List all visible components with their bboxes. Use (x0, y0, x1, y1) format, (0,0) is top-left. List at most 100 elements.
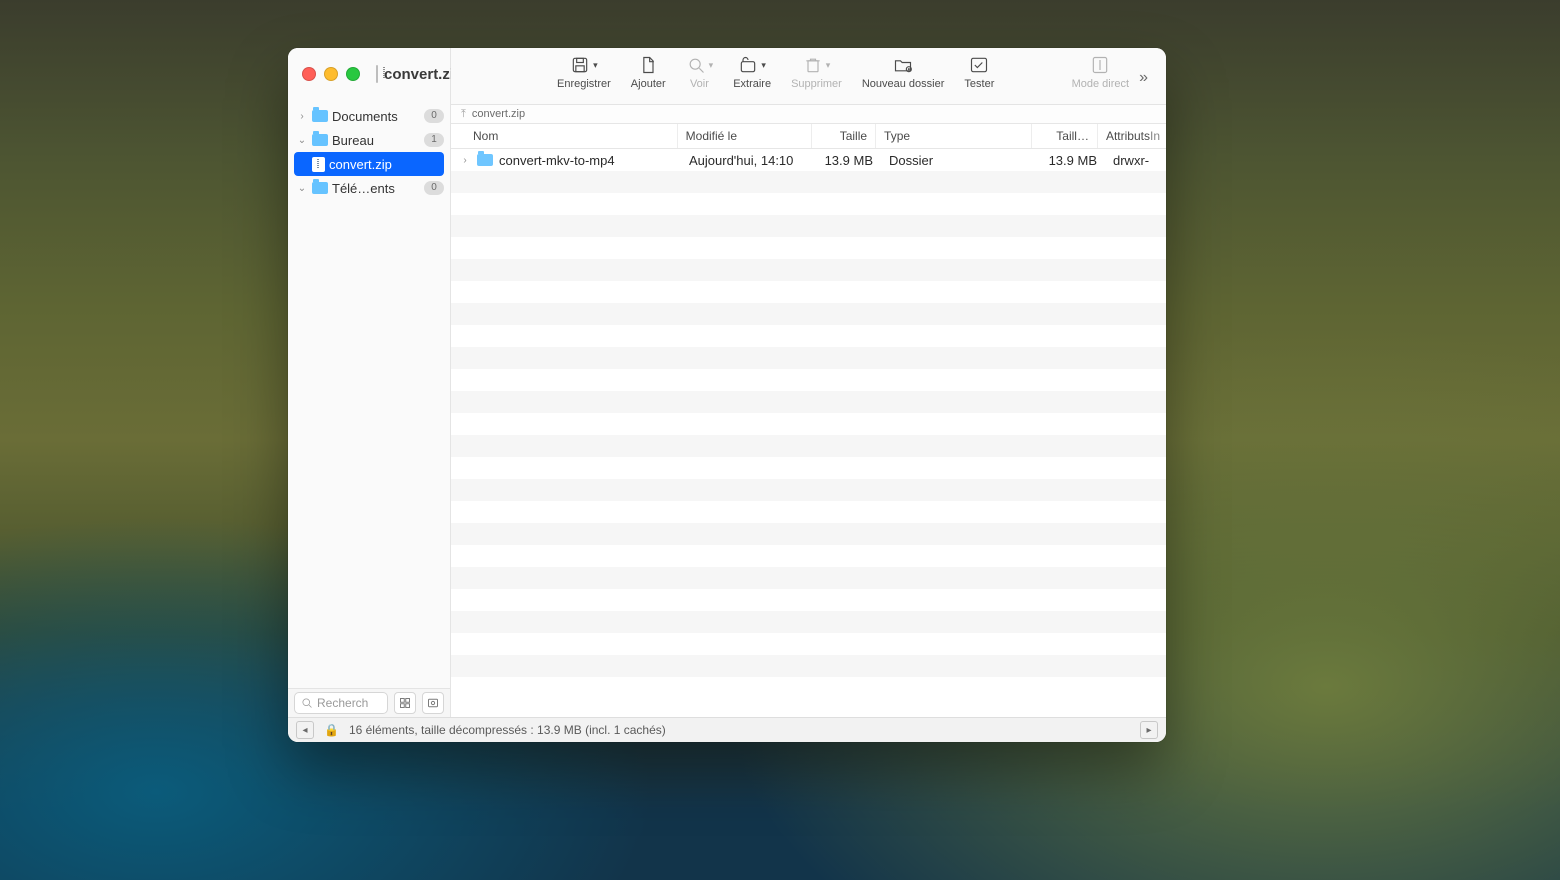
empty-row (451, 567, 1166, 589)
file-type: Dossier (881, 153, 1039, 168)
sidebar-label: convert.zip (329, 157, 438, 172)
column-header-type[interactable]: Type (876, 124, 1032, 148)
main-pane: ▾ Enregistrer Ajouter ▾ (451, 48, 1166, 717)
toolbar-label: Mode direct (1072, 78, 1129, 90)
column-header-compressed-size[interactable]: Taill… (1032, 124, 1098, 148)
save-button[interactable]: ▾ Enregistrer (547, 52, 621, 104)
file-attributes: drwxr- (1105, 153, 1166, 168)
status-bar: ◂ 🔒 16 éléments, taille décompressés : 1… (288, 717, 1166, 742)
sidebar-label: Bureau (332, 133, 420, 148)
chevron-down-icon: ▾ (761, 60, 766, 71)
empty-row (451, 589, 1166, 611)
folder-icon (477, 154, 493, 166)
search-placeholder: Recherch (317, 696, 368, 710)
empty-row (451, 479, 1166, 501)
new-folder-button[interactable]: Nouveau dossier (852, 52, 955, 104)
column-header-size[interactable]: Taille (812, 124, 876, 148)
sidebar-label: Télé…ents (332, 181, 420, 196)
empty-row (451, 171, 1166, 193)
status-text: 16 éléments, taille décompressés : 13.9 … (349, 723, 666, 737)
check-icon (969, 54, 989, 76)
file-name: convert-mkv-to-mp4 (499, 153, 615, 168)
direct-mode-button[interactable]: Mode direct (1062, 52, 1139, 104)
empty-row (451, 281, 1166, 303)
toolbar-label: Supprimer (791, 78, 842, 90)
toolbar-label: Enregistrer (557, 78, 611, 90)
column-header-attributes[interactable]: Attributs In (1098, 124, 1166, 148)
collapse-preview-button[interactable]: ▸ (1140, 721, 1158, 739)
toggle-tree-button[interactable] (394, 692, 416, 714)
overflow-button[interactable]: » (1139, 52, 1162, 104)
toolbar-label: Extraire (733, 78, 771, 90)
titlebar[interactable]: convert.zip (288, 48, 450, 100)
empty-row (451, 655, 1166, 677)
save-icon: ▾ (570, 54, 598, 76)
toolbar-label: Voir (690, 78, 709, 90)
sidebar-item-documents[interactable]: › Documents 0 (288, 104, 450, 128)
file-modified: Aujourd'hui, 14:10 (681, 153, 817, 168)
chevron-down-icon: ▾ (593, 60, 598, 71)
preview-toggle-button[interactable] (422, 692, 444, 714)
path-bar[interactable]: ⤒ convert.zip (451, 105, 1166, 124)
sidebar-item-downloads[interactable]: ⌄ Télé…ents 0 (288, 176, 450, 200)
desktop-background: convert.zip › Documents 0 ⌄ Bureau (0, 0, 1560, 880)
add-button[interactable]: Ajouter (621, 52, 676, 104)
lock-icon: 🔒 (324, 723, 339, 737)
column-header-modified[interactable]: Modifié le (678, 124, 812, 148)
chevron-right-icon[interactable]: › (459, 155, 471, 166)
traffic-lights (302, 67, 360, 81)
collapse-sidebar-button[interactable]: ◂ (296, 721, 314, 739)
sidebar-footer: Recherch (288, 688, 450, 717)
empty-row (451, 457, 1166, 479)
toolbar-label: Tester (964, 78, 994, 90)
zoom-window-button[interactable] (346, 67, 360, 81)
delete-button[interactable]: ▾ Supprimer (781, 52, 852, 104)
file-size: 13.9 MB (817, 153, 881, 168)
sidebar: convert.zip › Documents 0 ⌄ Bureau (288, 48, 451, 717)
chevron-down-icon[interactable]: ⌄ (296, 135, 308, 146)
empty-row (451, 215, 1166, 237)
chevrons-right-icon: » (1139, 69, 1148, 87)
chevron-down-icon[interactable]: ⌄ (296, 183, 308, 194)
sidebar-item-convert-zip[interactable]: convert.zip (294, 152, 444, 176)
count-badge: 1 (424, 133, 444, 147)
empty-row (451, 413, 1166, 435)
toolbar-label: Ajouter (631, 78, 666, 90)
extract-icon: ▾ (738, 54, 766, 76)
empty-row (451, 611, 1166, 633)
view-button[interactable]: ▾ Voir (676, 52, 724, 104)
trash-icon: ▾ (803, 54, 831, 76)
sidebar-label: Documents (332, 109, 420, 124)
file-row[interactable]: › convert-mkv-to-mp4 Aujourd'hui, 14:10 … (451, 149, 1166, 171)
empty-row (451, 369, 1166, 391)
view-icon: ▾ (686, 54, 714, 76)
count-badge: 0 (424, 109, 444, 123)
minimize-window-button[interactable] (324, 67, 338, 81)
empty-row (451, 303, 1166, 325)
extract-button[interactable]: ▾ Extraire (723, 52, 781, 104)
file-list[interactable]: › convert-mkv-to-mp4 Aujourd'hui, 14:10 … (451, 149, 1166, 717)
folder-icon (312, 182, 328, 194)
search-input[interactable]: Recherch (294, 692, 388, 714)
sidebar-item-bureau[interactable]: ⌄ Bureau 1 (288, 128, 450, 152)
column-headers: Nom Modifié le Taille Type Taill… Attrib… (451, 124, 1166, 149)
path-up-icon[interactable]: ⤒ (461, 108, 466, 121)
chevron-right-icon[interactable]: › (296, 111, 308, 122)
archive-icon (312, 157, 325, 172)
empty-row (451, 523, 1166, 545)
empty-row (451, 545, 1166, 567)
toolbar-label: Nouveau dossier (862, 78, 945, 90)
folder-icon (312, 134, 328, 146)
empty-row (451, 237, 1166, 259)
source-tree: › Documents 0 ⌄ Bureau 1 (288, 100, 450, 688)
empty-row (451, 391, 1166, 413)
breadcrumb-root[interactable]: convert.zip (472, 108, 525, 120)
empty-row (451, 633, 1166, 655)
chevron-down-icon: ▾ (709, 60, 714, 71)
empty-row (451, 347, 1166, 369)
search-icon (301, 697, 313, 709)
close-window-button[interactable] (302, 67, 316, 81)
folder-icon (312, 110, 328, 122)
column-header-name[interactable]: Nom (451, 124, 678, 148)
test-button[interactable]: Tester (954, 52, 1004, 104)
